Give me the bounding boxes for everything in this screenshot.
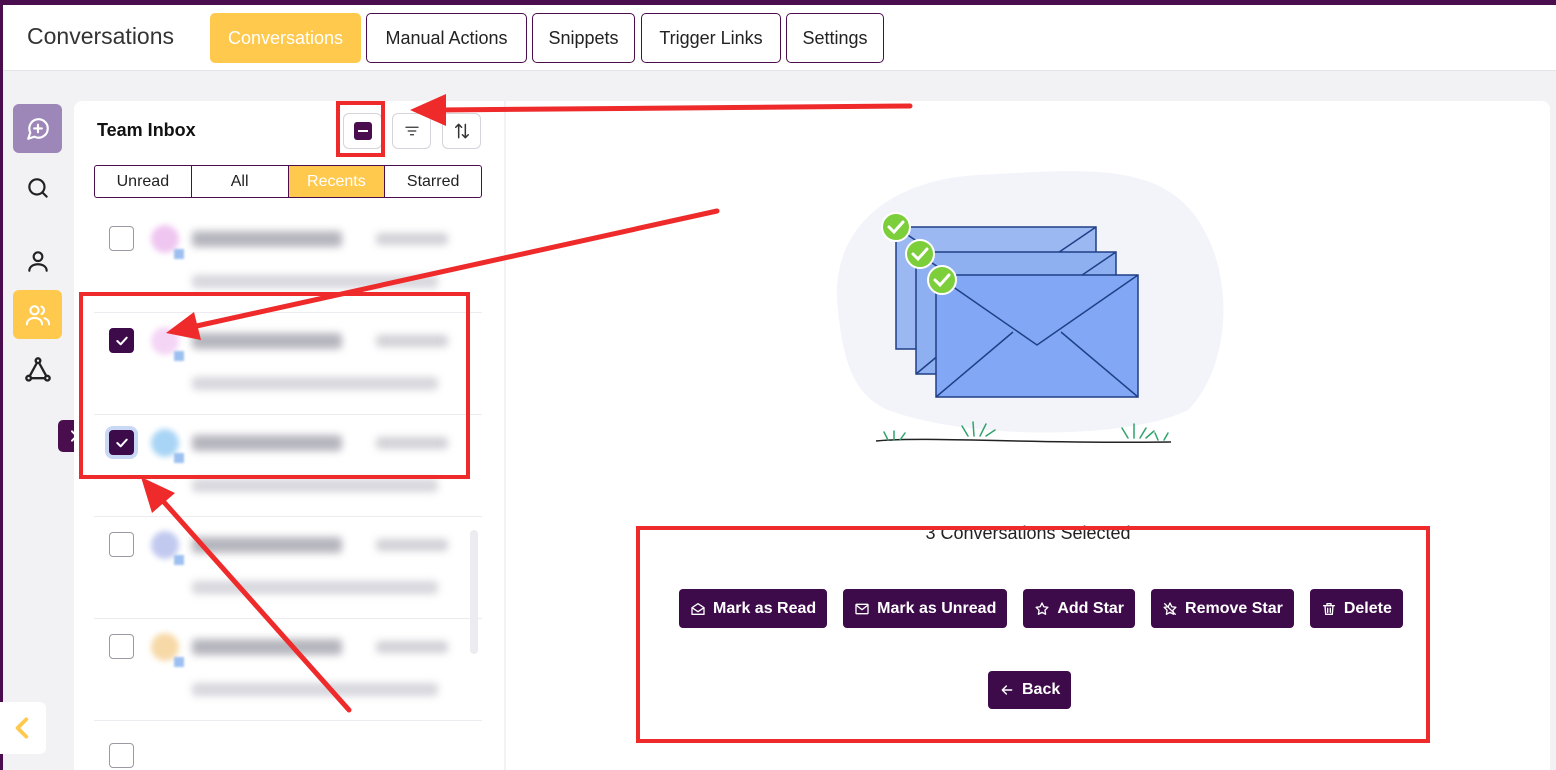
blurred-message-preview [192, 479, 438, 492]
delete-button[interactable]: Delete [1309, 589, 1403, 628]
new-conversation-button[interactable] [13, 104, 62, 153]
back-button[interactable]: Back [988, 671, 1072, 709]
inbox-filter-tabs: Unread All Recents Starred [94, 165, 482, 198]
rail-search-button[interactable] [13, 163, 62, 212]
tab-manual-actions[interactable]: Manual Actions [366, 13, 527, 63]
team-inbox-panel: Team Inbox Unread All Recents Starred [74, 101, 504, 770]
add-star-label: Add Star [1057, 599, 1125, 617]
rail-integrations-button[interactable] [13, 345, 62, 394]
row-checkbox[interactable] [109, 634, 134, 659]
network-icon [24, 356, 51, 382]
conversation-row[interactable] [94, 721, 482, 770]
list-scrollbar[interactable] [470, 530, 478, 654]
user-icon [27, 250, 48, 272]
star-icon [1035, 601, 1049, 615]
tab-trigger-links[interactable]: Trigger Links [641, 13, 781, 63]
blurred-contact-name [192, 537, 342, 553]
mark-as-read-label: Mark as Read [713, 599, 817, 617]
envelope-open-icon [691, 602, 705, 615]
star-off-icon [1163, 601, 1177, 615]
rail-my-inbox-button[interactable] [13, 236, 62, 285]
blurred-timestamp [376, 233, 448, 245]
conversation-row[interactable] [94, 211, 482, 313]
channel-badge [174, 453, 184, 463]
blurred-message-preview [192, 377, 438, 390]
conversation-row[interactable] [94, 517, 482, 619]
new-chat-icon [26, 117, 49, 140]
mark-as-unread-button[interactable]: Mark as Unread [843, 589, 1008, 628]
channel-badge [174, 249, 184, 259]
blurred-contact-name [192, 435, 342, 451]
blurred-timestamp [376, 539, 448, 551]
page-title: Conversations [27, 23, 175, 49]
arrow-left-icon [1001, 685, 1013, 695]
rail-team-inbox-button[interactable] [13, 290, 62, 339]
search-icon [27, 177, 48, 198]
mark-as-read-button[interactable]: Mark as Read [679, 589, 828, 628]
conversation-row[interactable] [94, 619, 482, 721]
blurred-message-preview [192, 581, 438, 594]
tab-settings[interactable]: Settings [786, 13, 884, 63]
conversation-row[interactable] [94, 415, 482, 517]
users-icon [25, 304, 50, 325]
row-checkbox[interactable] [109, 226, 134, 251]
blurred-contact-name [192, 639, 342, 655]
selected-count-text: 3 Conversations Selected [925, 523, 1131, 543]
blurred-message-preview [192, 683, 438, 696]
tab-conversations[interactable]: Conversations [210, 13, 361, 63]
inbox-title: Team Inbox [97, 120, 196, 140]
select-all-icon [353, 122, 372, 140]
channel-badge [174, 657, 184, 667]
trash-icon [1322, 602, 1335, 615]
channel-badge [174, 555, 184, 565]
top-header: Conversations Conversations Manual Actio… [3, 5, 1556, 71]
filter-button[interactable] [392, 113, 431, 149]
remove-star-label: Remove Star [1185, 599, 1283, 617]
sort-icon [454, 123, 469, 139]
blurred-timestamp [376, 641, 448, 653]
filter-tab-unread[interactable]: Unread [95, 166, 192, 197]
remove-star-button[interactable]: Remove Star [1151, 589, 1294, 628]
filter-tab-recents[interactable]: Recents [288, 166, 386, 197]
blurred-timestamp [376, 437, 448, 449]
row-checkbox[interactable] [109, 328, 134, 353]
checkmark-icon [115, 438, 128, 447]
blurred-message-preview [192, 275, 438, 288]
chevron-left-icon [15, 717, 29, 739]
left-brand-stripe [0, 5, 3, 770]
bulk-action-buttons: Mark as Read Mark as Unread Add Star Rem… [679, 589, 1403, 628]
checkmark-icon [115, 336, 128, 345]
blurred-contact-name [192, 333, 342, 349]
row-checkbox[interactable] [109, 430, 134, 455]
envelopes-illustration [836, 171, 1224, 444]
conversation-row[interactable] [94, 313, 482, 415]
mark-as-unread-label: Mark as Unread [877, 599, 997, 617]
blurred-timestamp [376, 335, 448, 347]
back-label: Back [1022, 681, 1061, 698]
envelope-icon [855, 603, 869, 614]
select-all-button[interactable] [343, 113, 382, 149]
filter-tab-starred[interactable]: Starred [385, 166, 481, 197]
row-checkbox[interactable] [109, 743, 134, 768]
filter-icon [404, 126, 419, 136]
tab-snippets[interactable]: Snippets [532, 13, 635, 63]
blurred-contact-name [192, 231, 342, 247]
filter-tab-all[interactable]: All [192, 166, 289, 197]
delete-label: Delete [1343, 599, 1392, 617]
collapse-sidebar-button[interactable] [0, 702, 46, 754]
add-star-button[interactable]: Add Star [1023, 589, 1136, 628]
row-checkbox[interactable] [109, 532, 134, 557]
sort-button[interactable] [442, 113, 481, 149]
channel-badge [174, 351, 184, 361]
